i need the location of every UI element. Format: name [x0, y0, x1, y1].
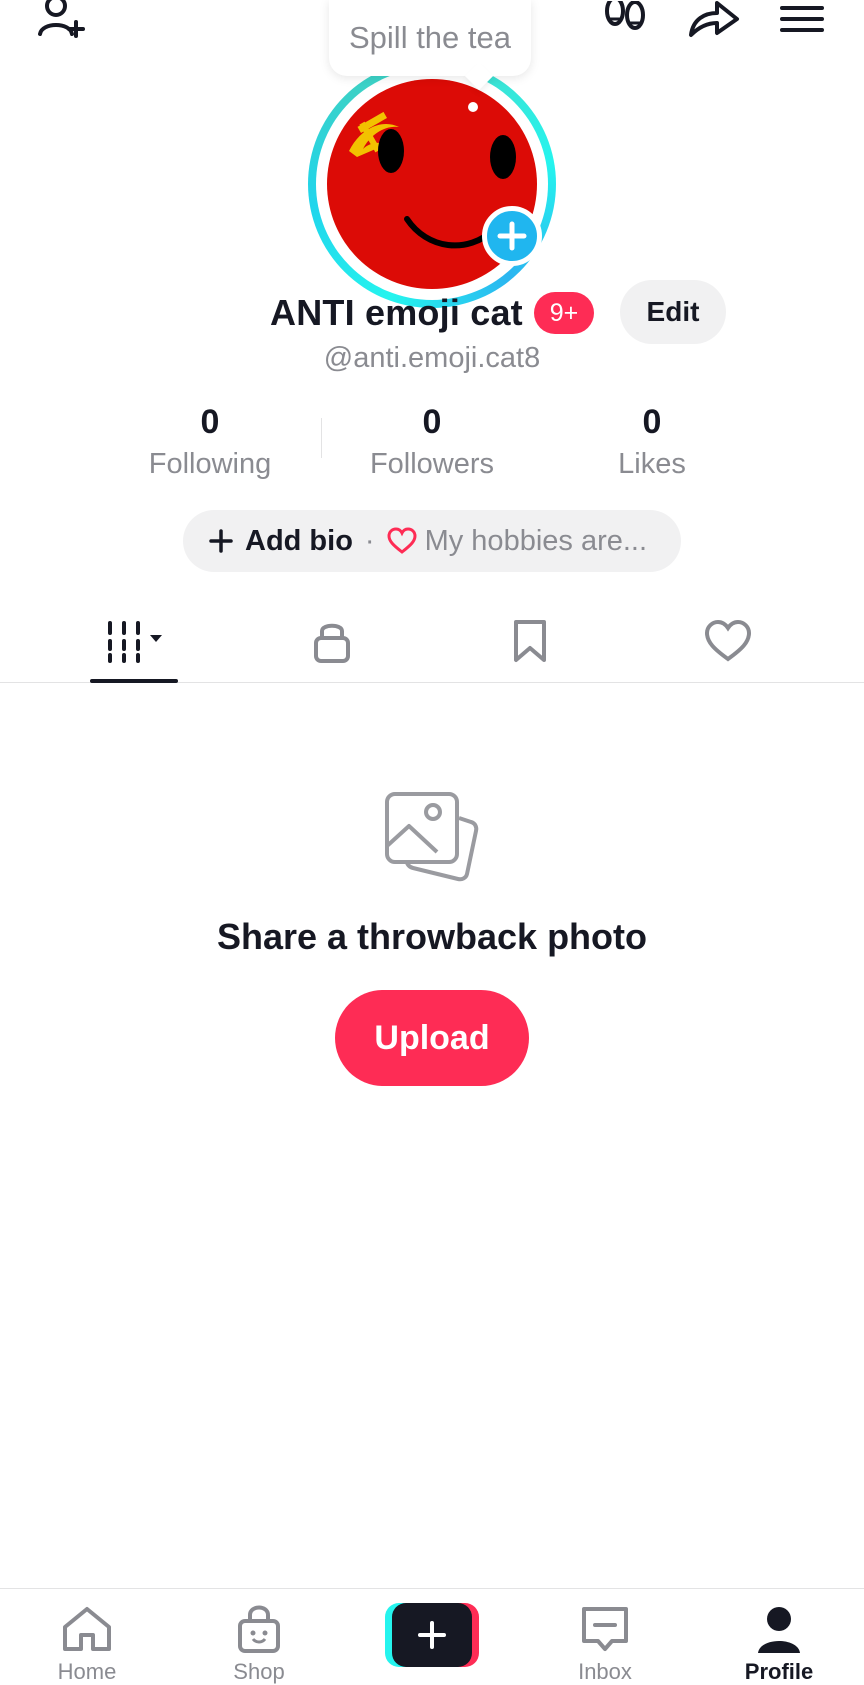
nav-label: Shop	[233, 1659, 285, 1684]
content-tabs	[0, 600, 864, 683]
share-icon[interactable]	[685, 0, 743, 40]
nav-label: Profile	[744, 1659, 814, 1684]
shop-icon	[238, 1605, 280, 1653]
stat-label: Likes	[618, 448, 686, 480]
add-friend-icon[interactable]	[30, 0, 94, 44]
plus-icon	[209, 529, 233, 553]
stat-label: Following	[148, 448, 272, 480]
stat-followers[interactable]: 0 Followers	[332, 402, 532, 481]
profile-name-row: ANTI emoji cat 9+ Edit	[0, 280, 864, 346]
edit-profile-button[interactable]: Edit	[620, 280, 726, 344]
display-name: ANTI emoji cat	[270, 292, 523, 333]
bio-hint: My hobbies are...	[424, 524, 648, 557]
separator-dot: ·	[364, 524, 375, 557]
stat-divider	[321, 418, 322, 458]
tab-videos[interactable]	[74, 600, 194, 683]
create-button[interactable]	[385, 1603, 479, 1667]
add-bio-button[interactable]: Add bio · My hobbies are...	[183, 510, 681, 572]
menu-icon[interactable]	[778, 0, 826, 40]
spill-the-tea-tooltip[interactable]: Spill the tea	[329, 0, 531, 76]
nav-profile[interactable]: Profile	[709, 1589, 849, 1684]
heart-icon	[387, 527, 417, 554]
upload-button[interactable]: Upload	[335, 990, 529, 1086]
footprints-icon[interactable]	[598, 0, 652, 40]
stat-likes[interactable]: 0 Likes	[552, 402, 752, 481]
bottom-navigation: Home Shop Inbox Profile	[0, 1588, 864, 1684]
stat-value: 0	[642, 403, 662, 441]
tab-private[interactable]	[272, 600, 392, 682]
heart-icon	[704, 619, 752, 662]
username-handle: @anti.emoji.cat8	[323, 342, 541, 374]
nav-home[interactable]: Home	[17, 1589, 157, 1684]
home-icon	[63, 1607, 111, 1651]
tab-liked[interactable]	[668, 600, 788, 682]
profile-icon	[758, 1607, 800, 1653]
active-tab-indicator	[90, 679, 178, 683]
bookmark-icon	[514, 620, 546, 662]
add-bio-label: Add bio	[245, 524, 353, 557]
tab-saved[interactable]	[470, 600, 590, 682]
avatar[interactable]	[308, 60, 556, 308]
videos-grid-icon	[108, 621, 162, 663]
stat-following[interactable]: 0 Following	[110, 402, 310, 481]
nav-label: Inbox	[578, 1659, 632, 1684]
stat-value: 0	[422, 403, 442, 441]
lock-icon	[314, 623, 350, 663]
stat-label: Followers	[369, 448, 495, 480]
nav-label: Home	[57, 1659, 117, 1684]
notification-badge[interactable]: 9+	[534, 292, 594, 334]
stat-value: 0	[200, 403, 220, 441]
add-avatar-button[interactable]	[482, 206, 542, 266]
nav-inbox[interactable]: Inbox	[535, 1589, 675, 1684]
photos-icon	[381, 790, 481, 890]
tooltip-text: Spill the tea	[349, 20, 511, 55]
empty-state-title: Share a throwback photo	[216, 916, 648, 957]
nav-shop[interactable]: Shop	[189, 1589, 329, 1684]
create-plus-icon	[385, 1603, 479, 1667]
plus-icon	[497, 221, 527, 251]
inbox-icon	[582, 1607, 628, 1651]
